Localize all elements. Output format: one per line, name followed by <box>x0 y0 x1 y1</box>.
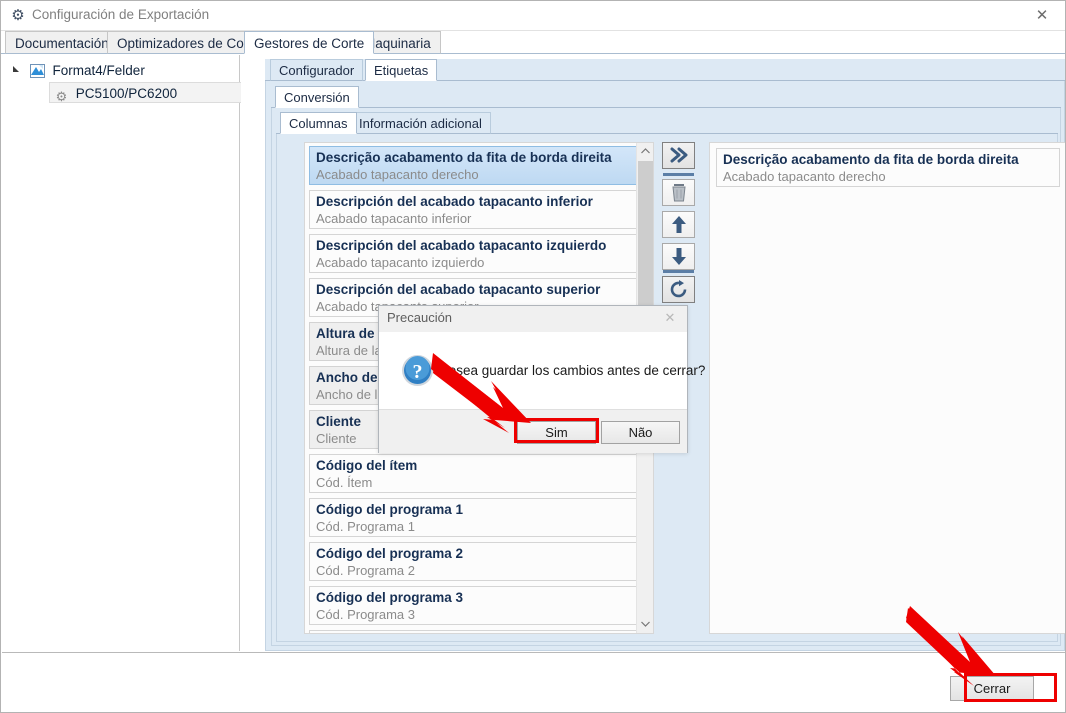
dialog-footer-bar: Cerrar <box>2 652 1065 712</box>
list-item[interactable]: Código del programa 2 Cód. Programa 2 <box>309 542 639 581</box>
dialog-message: Desea guardar los cambios antes de cerra… <box>439 363 706 378</box>
question-icon: ? <box>401 354 434 387</box>
add-all-button[interactable] <box>662 142 695 169</box>
list-item-subtitle: Cód. Programa 2 <box>316 563 415 578</box>
scroll-down-icon[interactable] <box>637 616 653 633</box>
list-item-subtitle: Acabado tapacanto derecho <box>723 169 886 184</box>
tab-documentacion[interactable]: Documentación <box>5 31 119 54</box>
list-item-title: Descrição acabamento da fita de borda di… <box>723 152 1019 167</box>
tab-etiquetas[interactable]: Etiquetas <box>365 59 438 81</box>
list-item-subtitle: Acabado tapacanto inferior <box>316 211 472 226</box>
list-item-title: Descrição acabamento da fita de borda di… <box>316 150 612 165</box>
document-icon <box>29 63 45 78</box>
move-up-button[interactable] <box>662 211 695 238</box>
tabstrip-level3: Conversión <box>271 86 1061 108</box>
dialog-body: ? Desea guardar los cambios antes de cer… <box>379 332 705 409</box>
list-item[interactable]: Descripción del acabado tapacanto izquie… <box>309 234 639 273</box>
tabstrip-level2: Configurador Etiquetas <box>265 59 1065 81</box>
list-item-title: Código del programa 1 <box>316 502 464 517</box>
close-icon[interactable]: ✕ <box>657 308 683 328</box>
refresh-button[interactable] <box>662 276 695 303</box>
list-item[interactable]: Espesor tapacanto derechoEspesor tapacan… <box>309 630 639 633</box>
tabstrip-level1: Documentación Optimizadores de Corte Ges… <box>1 31 1065 54</box>
list-item-subtitle: Cód. Ítem <box>316 475 373 490</box>
list-item-title: Descripción del acabado tapacanto inferi… <box>316 194 593 209</box>
tab-informacion-adicional[interactable]: Información adicional <box>350 112 491 134</box>
tab-conversion[interactable]: Conversión <box>275 86 359 108</box>
list-item[interactable]: Descripción del acabado tapacanto inferi… <box>309 190 639 229</box>
list-item-title: Descripción del acabado tapacanto izquie… <box>316 238 607 253</box>
list-item[interactable]: Descrição acabamento da fita de borda di… <box>309 146 639 185</box>
list-item-subtitle: Acabado tapacanto izquierdo <box>316 255 485 270</box>
dialog-button-bar: Sim Não <box>379 409 687 453</box>
tree-node-label: PC5100/PC6200 <box>75 86 178 101</box>
tree-node-format4-felder[interactable]: Format4/Felder <box>12 60 145 81</box>
confirm-no-button[interactable]: Não <box>601 421 680 444</box>
dialog-title: Precaución <box>387 310 453 325</box>
list-item[interactable]: Código del ítem Cód. Ítem <box>309 454 639 493</box>
move-down-button[interactable] <box>662 243 695 270</box>
list-item[interactable]: Código del programa 3 Cód. Programa 3 <box>309 586 639 625</box>
list-item-title: Código del programa 3 <box>316 590 464 605</box>
tabstrip-level4: Columnas Información adicional <box>276 112 1058 134</box>
title-bar: ⚙ Configuración de Exportación ✕ <box>1 1 1065 31</box>
list-item-title: Código del ítem <box>316 458 418 473</box>
gear-icon: ⚙ <box>11 7 25 24</box>
list-item[interactable]: Descrição acabamento da fita de borda di… <box>716 148 1060 187</box>
list-item-title: Cliente <box>316 414 362 429</box>
list-item-title: Código del programa 2 <box>316 546 464 561</box>
list-item-title: Descripción del acabado tapacanto superi… <box>316 282 601 297</box>
toolbar-divider <box>663 173 694 176</box>
confirm-save-dialog: Precaución ✕ ? Desea guardar los cambios… <box>378 305 705 453</box>
gear-icon: ⚙ <box>55 89 68 104</box>
export-settings-window: ⚙ Configuración de Exportación ✕ Documen… <box>0 0 1066 713</box>
svg-text:?: ? <box>413 361 423 383</box>
toolbar-divider <box>663 270 694 273</box>
list-item-subtitle: Acabado tapacanto derecho <box>316 167 479 182</box>
list-item-subtitle: Cliente <box>316 431 357 446</box>
close-icon[interactable]: ✕ <box>1019 1 1065 30</box>
tab-gestores-de-corte[interactable]: Gestores de Corte <box>244 31 375 54</box>
list-item-subtitle: Cód. Programa 1 <box>316 519 415 534</box>
close-button[interactable]: Cerrar <box>950 676 1034 701</box>
tree-node-label: Format4/Felder <box>52 63 145 78</box>
scrollbar-thumb[interactable] <box>638 161 653 313</box>
list-item-subtitle: Cód. Programa 3 <box>316 607 415 622</box>
tree-node-pc5100-pc6200[interactable]: ⚙ PC5100/PC6200 <box>49 82 255 104</box>
tab-configurador[interactable]: Configurador <box>270 59 364 81</box>
delete-button[interactable] <box>662 179 695 206</box>
scroll-up-icon[interactable] <box>637 143 653 160</box>
selected-columns-list[interactable]: Descrição acabamento da fita de borda di… <box>709 142 1065 634</box>
tab-columnas[interactable]: Columnas <box>280 112 357 134</box>
machine-tree-pane: Format4/Felder ⚙ PC5100/PC6200 <box>2 55 255 651</box>
confirm-yes-button[interactable]: Sim <box>517 421 596 444</box>
window-title: Configuración de Exportación <box>32 7 210 22</box>
list-item[interactable]: Código del programa 1 Cód. Programa 1 <box>309 498 639 537</box>
chevron-expanded-icon[interactable] <box>12 61 26 82</box>
dialog-title-bar: Precaución ✕ <box>379 306 687 332</box>
